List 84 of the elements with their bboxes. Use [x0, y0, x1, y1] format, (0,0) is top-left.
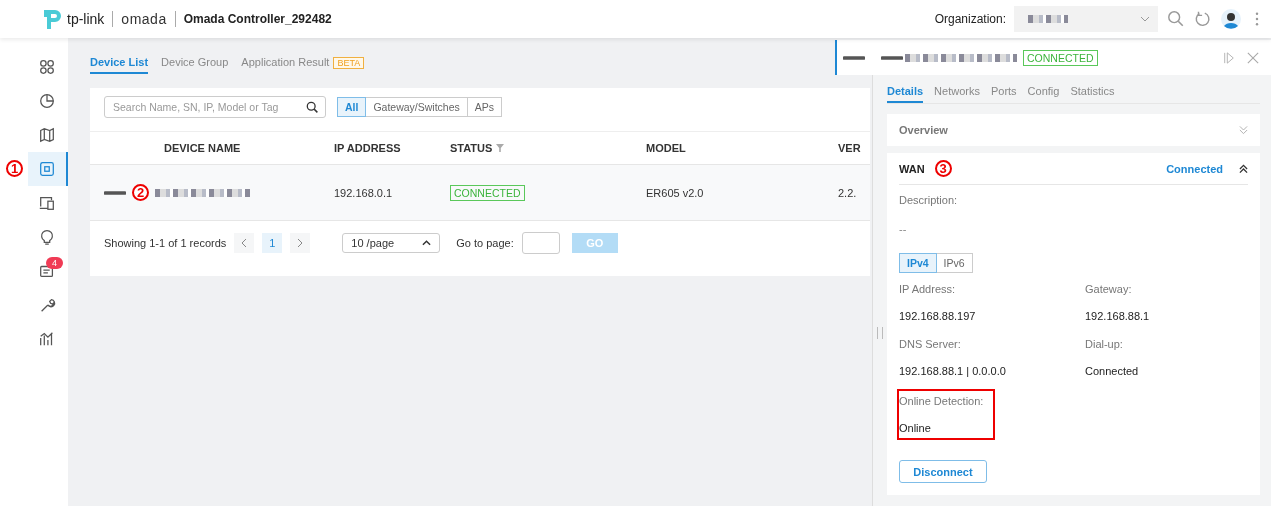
- status-badge: CONNECTED: [1023, 49, 1098, 66]
- field-value: Connected: [1085, 365, 1140, 377]
- controller-title: Omada Controller_292482: [183, 12, 332, 26]
- sidebar-icon: [38, 296, 56, 314]
- chevron-up-icon: [422, 240, 432, 246]
- page-size-select[interactable]: 10 /page: [342, 233, 441, 253]
- beta-badge: BETA: [333, 57, 365, 69]
- go-to-page-label: Go to page:: [456, 237, 514, 249]
- sidebar-icon: [38, 126, 56, 144]
- panel-tab[interactable]: Networks: [934, 85, 980, 103]
- brand-name: tp-link: [67, 11, 105, 27]
- chevron-left-icon: [241, 238, 248, 248]
- column-header: VER: [838, 142, 861, 154]
- page-input[interactable]: [521, 232, 560, 254]
- column-header: STATUS: [450, 142, 493, 154]
- field-label: Online Detection:: [899, 395, 984, 407]
- avatar-icon[interactable]: [1221, 9, 1241, 29]
- overview-section[interactable]: Overview: [887, 114, 1260, 146]
- sidebar-icon: [38, 330, 56, 348]
- ip-version-tab[interactable]: IPv6: [935, 253, 973, 273]
- sidebar-item[interactable]: 4: [28, 254, 68, 288]
- sidebar-icon: [38, 228, 56, 246]
- column-header: DEVICE NAME: [164, 142, 241, 154]
- panel-tab[interactable]: Ports: [990, 85, 1017, 103]
- field-label: IP Address:: [899, 283, 957, 295]
- sidebar-icon: [38, 58, 56, 76]
- collapse-panel-icon[interactable]: [1223, 51, 1235, 64]
- page-number[interactable]: 1: [262, 233, 283, 253]
- tab[interactable]: Device List: [90, 52, 149, 74]
- field-value: --: [899, 223, 908, 235]
- callout-number: 1: [6, 160, 23, 177]
- router-icon: [104, 189, 126, 196]
- callout-number: 3: [934, 160, 952, 177]
- field-label: Dial-up:: [1085, 338, 1124, 350]
- filter-button[interactable]: All: [337, 97, 367, 117]
- column-header: MODEL: [646, 142, 686, 154]
- field-value: Online: [899, 422, 932, 434]
- more-icon[interactable]: [1255, 12, 1259, 26]
- refresh-icon[interactable]: [1194, 10, 1212, 28]
- redacted-organization: [1028, 15, 1068, 23]
- chevron-right-icon: [297, 238, 304, 248]
- product-name: omada: [121, 11, 167, 27]
- sidebar-icon: [38, 194, 56, 212]
- tab[interactable]: Device Group: [161, 52, 229, 74]
- panel-tab[interactable]: Details: [887, 85, 924, 103]
- close-icon[interactable]: [1247, 51, 1259, 64]
- panel-tab[interactable]: Statistics: [1070, 85, 1115, 103]
- panel-tab[interactable]: Config: [1027, 85, 1060, 103]
- connection-status: Connected: [1166, 162, 1223, 175]
- section-title: WAN: [899, 162, 925, 175]
- notification-badge: 4: [46, 257, 63, 269]
- table-cell-text: 192.168.0.1: [334, 186, 394, 199]
- table-cell-text: 2.2.: [838, 186, 858, 199]
- search-field[interactable]: Search Name, SN, IP, Model or Tag: [104, 96, 326, 118]
- field-label: Gateway:: [1085, 283, 1133, 295]
- resize-handle[interactable]: [877, 327, 883, 339]
- chevrons-icon[interactable]: [1239, 163, 1248, 174]
- section-title: Overview: [899, 124, 948, 136]
- callout-number: 2: [132, 184, 149, 201]
- field-label: DNS Server:: [899, 338, 962, 350]
- sidebar-icon: [38, 92, 56, 110]
- search-icon: [306, 100, 319, 114]
- table-cell-text: ER605 v2.0: [646, 186, 705, 199]
- search-icon[interactable]: [1167, 10, 1185, 28]
- records-summary: Showing 1-1 of 1 records: [104, 237, 227, 249]
- column-header: IP ADDRESS: [334, 142, 401, 154]
- field-value: 192.168.88.197: [899, 310, 977, 322]
- tab[interactable]: Application Result: [241, 52, 330, 74]
- field-label: Description:: [899, 194, 959, 206]
- organization-label: Organization:: [934, 12, 1006, 26]
- organization-select[interactable]: [1014, 6, 1158, 32]
- chevron-down-icon: [1140, 16, 1150, 22]
- status-badge: CONNECTED: [450, 184, 525, 201]
- field-value: 192.168.88.1 | 0.0.0.0: [899, 365, 1007, 377]
- table-row[interactable]: 2 192.168.0.1 CONNECTED ER605 v2.0 2.2.: [90, 165, 870, 221]
- field-value: 192.168.88.1: [1085, 310, 1151, 322]
- filter-button[interactable]: APs: [466, 97, 503, 117]
- disconnect-button[interactable]: Disconnect: [899, 460, 987, 483]
- ip-version-tab[interactable]: IPv4: [899, 253, 937, 273]
- router-icon: [881, 54, 903, 61]
- filter-icon[interactable]: [496, 144, 505, 152]
- filter-button[interactable]: Gateway/Switches: [365, 97, 468, 117]
- router-icon: [842, 54, 865, 61]
- sidebar-icon: [38, 160, 56, 178]
